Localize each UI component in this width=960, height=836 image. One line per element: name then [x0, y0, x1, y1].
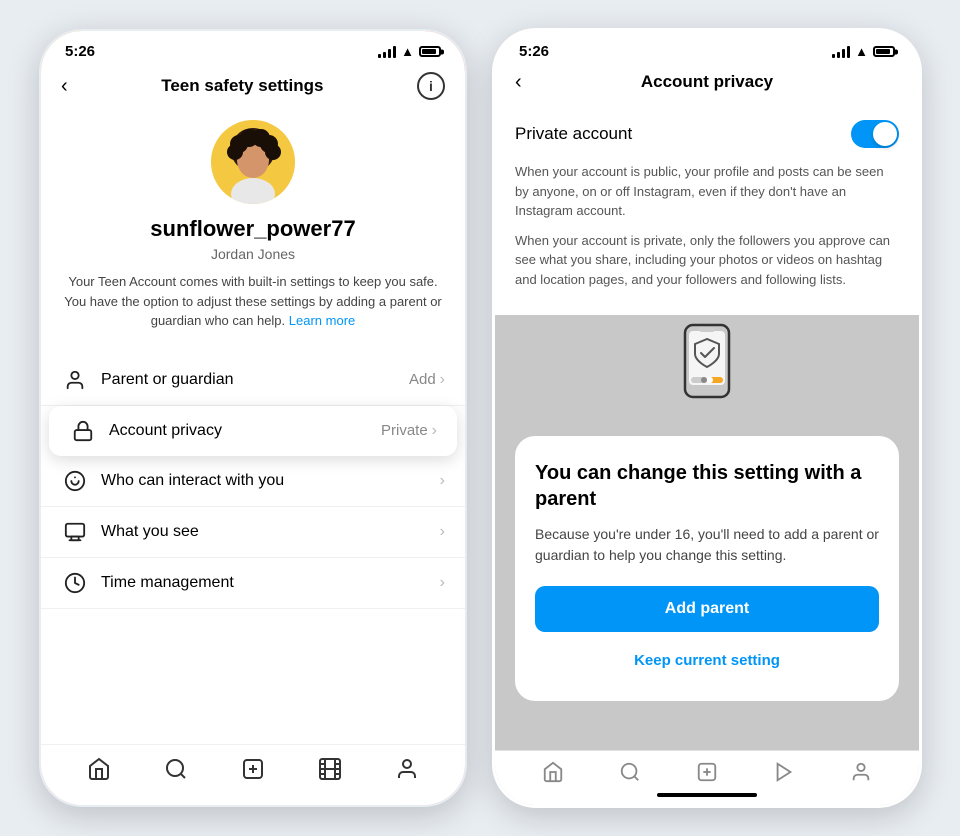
description-text: Your Teen Account comes with built-in se… [61, 272, 445, 331]
wifi-icon: ▲ [401, 44, 414, 59]
profile-nav-icon[interactable] [395, 757, 419, 781]
right-page-title: Account privacy [641, 72, 773, 92]
parent-label: Parent or guardian [101, 371, 409, 389]
right-back-button[interactable]: ‹ [515, 71, 522, 94]
parent-icon [61, 369, 89, 391]
left-page-title: Teen safety settings [161, 76, 323, 96]
left-bottom-nav [41, 744, 465, 805]
see-icon [61, 521, 89, 543]
private-toggle[interactable] [851, 120, 899, 148]
time-icon [61, 572, 89, 594]
left-nav-header: ‹ Teen safety settings i [41, 64, 465, 112]
wifi-icon: ▲ [855, 44, 868, 59]
keep-current-button[interactable]: Keep current setting [535, 644, 879, 677]
create-nav-icon[interactable] [696, 761, 718, 783]
privacy-right: Private › [381, 422, 437, 440]
left-time: 5:26 [65, 43, 95, 60]
chevron-icon: › [432, 422, 437, 440]
interact-icon [61, 470, 89, 492]
signal-icon [832, 46, 850, 58]
signal-icon [378, 46, 396, 58]
reels-nav-icon[interactable] [318, 757, 342, 781]
left-status-icons: ▲ [378, 44, 441, 59]
profile-nav-icon[interactable] [850, 761, 872, 783]
card-description: Because you're under 16, you'll need to … [535, 524, 879, 566]
right-time: 5:26 [519, 43, 549, 60]
see-label: What you see [101, 523, 440, 541]
add-parent-button[interactable]: Add parent [535, 586, 879, 632]
gray-overlay: You can change this setting with a paren… [495, 315, 919, 805]
battery-icon [419, 46, 441, 57]
time-label: Time management [101, 574, 440, 592]
privacy-label: Account privacy [109, 422, 381, 440]
privacy-section: Private account When your account is pub… [495, 104, 919, 315]
reels-nav-icon[interactable] [773, 761, 795, 783]
back-button[interactable]: ‹ [61, 75, 68, 98]
chevron-icon: › [440, 523, 445, 541]
right-nav-header: ‹ Account privacy [495, 64, 919, 104]
chevron-icon: › [440, 371, 445, 389]
menu-item-parent[interactable]: Parent or guardian Add › [41, 355, 465, 406]
private-account-row: Private account [515, 120, 899, 148]
search-nav-icon[interactable] [164, 757, 188, 781]
home-nav-icon[interactable] [542, 761, 564, 783]
privacy-desc-2: When your account is private, only the f… [515, 231, 899, 290]
search-nav-icon[interactable] [619, 761, 641, 783]
lock-icon [69, 420, 97, 442]
card-title: You can change this setting with a paren… [535, 460, 879, 512]
menu-item-privacy[interactable]: Account privacy Private › [49, 406, 457, 456]
create-nav-icon[interactable] [241, 757, 265, 781]
info-button[interactable]: i [417, 72, 445, 100]
learn-more-link[interactable]: Learn more [289, 313, 355, 328]
left-phone: 5:26 ▲ ‹ Teen safety settings i [38, 28, 468, 808]
change-setting-card: You can change this setting with a paren… [515, 436, 899, 701]
username: sunflower_power77 [150, 216, 355, 242]
parent-right: Add › [409, 371, 445, 389]
interact-label: Who can interact with you [101, 472, 440, 490]
right-status-bar: 5:26 ▲ [495, 31, 919, 64]
menu-item-see[interactable]: What you see › [41, 507, 465, 558]
avatar [211, 120, 295, 204]
menu-list: Parent or guardian Add › Account privacy… [41, 355, 465, 609]
profile-section: sunflower_power77 Jordan Jones Your Teen… [41, 112, 465, 347]
realname: Jordan Jones [211, 246, 295, 262]
chevron-icon: › [440, 574, 445, 592]
avatar-image [211, 120, 295, 204]
home-indicator [657, 793, 757, 797]
battery-icon [873, 46, 895, 57]
privacy-desc-1: When your account is public, your profil… [515, 162, 899, 221]
left-status-bar: 5:26 ▲ [41, 31, 465, 64]
phone-shield-icon [667, 321, 747, 416]
chevron-icon: › [440, 472, 445, 490]
home-nav-icon[interactable] [87, 757, 111, 781]
menu-item-interact[interactable]: Who can interact with you › [41, 456, 465, 507]
private-account-label: Private account [515, 124, 632, 144]
right-phone: 5:26 ▲ ‹ Account privacy [492, 28, 922, 808]
menu-item-time[interactable]: Time management › [41, 558, 465, 609]
right-status-icons: ▲ [832, 44, 895, 59]
